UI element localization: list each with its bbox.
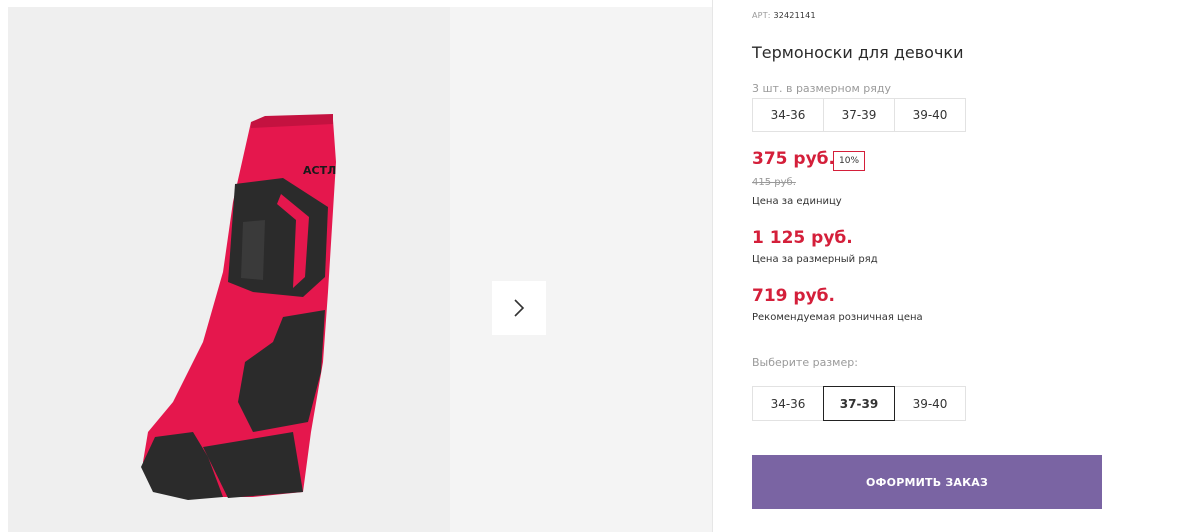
product-title: Термоноски для девочки <box>752 43 964 62</box>
gallery-next-slide-area <box>450 7 712 532</box>
pack-size-label: 3 шт. в размерном ряду <box>752 82 891 95</box>
pack-size-item: 37-39 <box>823 98 895 132</box>
product-gallery: АСТЛ <box>8 7 712 532</box>
panel-divider <box>712 0 713 532</box>
old-price: 415 руб. <box>752 177 796 188</box>
pack-size-item: 39-40 <box>894 98 966 132</box>
choose-size-label: Выберите размер: <box>752 356 858 369</box>
chevron-right-icon <box>514 299 525 317</box>
article-label: АРТ: <box>752 11 771 20</box>
sock-print-text: АСТЛ <box>303 164 336 177</box>
article-value: 32421141 <box>773 11 816 20</box>
size-option[interactable]: 34-36 <box>752 386 824 421</box>
sock-product-image: АСТЛ <box>141 114 336 500</box>
size-selector: 34-36 37-39 39-40 <box>752 386 966 421</box>
product-info-panel: АРТ: 32421141 Термоноски для девочки 3 ш… <box>752 0 1132 532</box>
pack-size-list: 34-36 37-39 39-40 <box>752 98 966 132</box>
discount-badge: 10% <box>833 151 866 171</box>
row-price-label: Цена за размерный ряд <box>752 254 878 265</box>
recommended-retail-price-label: Рекомендуемая розничная цена <box>752 312 923 323</box>
row-price: 1 125 руб. <box>752 228 853 248</box>
next-image-button[interactable] <box>492 281 546 335</box>
place-order-button[interactable]: ОФОРМИТЬ ЗАКАЗ <box>752 455 1102 509</box>
recommended-retail-price: 719 руб. <box>752 286 835 306</box>
pack-size-item: 34-36 <box>752 98 824 132</box>
size-option[interactable]: 39-40 <box>894 386 966 421</box>
unit-price-label: Цена за единицу <box>752 196 842 207</box>
size-option-selected[interactable]: 37-39 <box>823 386 895 421</box>
article-number: АРТ: 32421141 <box>752 11 816 20</box>
unit-price: 375 руб. <box>752 149 835 169</box>
